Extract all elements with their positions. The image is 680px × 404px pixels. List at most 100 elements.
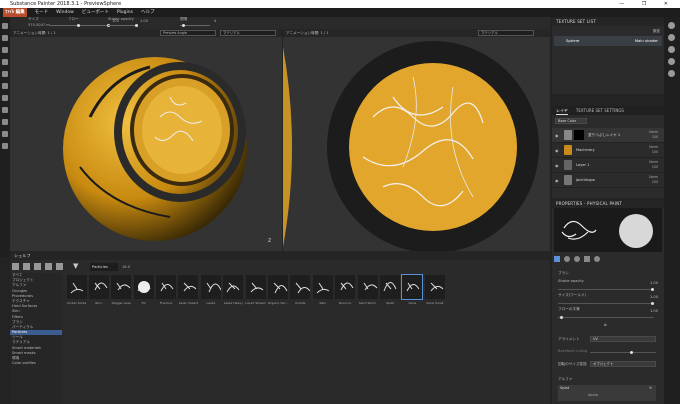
channel-dropdown[interactable]: Base Color [555,118,587,124]
shader-settings-icon[interactable] [668,58,675,65]
layer-opacity[interactable]: 100 [652,180,658,184]
backface-culling-slider[interactable] [590,350,656,354]
stencil-icon[interactable] [584,256,590,262]
brush-preset[interactable]: Fracture [156,275,177,309]
visibility-eye-icon[interactable]: ◉ [555,148,559,153]
settings-icon[interactable] [2,119,8,125]
brush-icon[interactable] [554,256,560,262]
brush-preset[interactable]: Liquid Stream [245,275,266,309]
eraser-icon[interactable] [2,35,8,41]
visibility-eye-icon[interactable]: ◉ [555,178,559,183]
stroke-opacity-slider[interactable] [108,23,138,27]
visibility-eye-icon[interactable]: ◉ [555,163,559,168]
display-settings-icon[interactable] [668,46,675,53]
geometry-fill-icon[interactable] [2,59,8,65]
alpha-slot[interactable]: Splat alpha ✕ [558,385,656,401]
smudge-icon[interactable] [2,71,8,77]
brush-preset[interactable]: Fill [133,275,154,309]
window-controls[interactable]: — ❐ ✕ [619,0,676,8]
size-prop-slider[interactable] [558,301,654,305]
layer-row[interactable]: ◉ Machinery Norm 100 [552,143,664,158]
layer-row[interactable]: ◉ Jacinthope Norm 100 [552,173,664,188]
spacing-slider[interactable] [180,23,210,27]
shelf-import-icon[interactable] [45,263,52,270]
menu-file[interactable]: ﾌｧｲﾙ 編集 [3,8,27,17]
brush-thumbnail [424,275,445,299]
layers-icon[interactable] [668,22,675,29]
export-icon[interactable] [2,131,8,137]
layer-row[interactable]: ◉ 塗りつぶしレイヤ 1 Norm 100 [552,128,664,143]
blend-mode[interactable]: Norm [649,145,658,149]
brush-preset[interactable]: Leaks Heavy [223,275,244,309]
tab-layers[interactable]: レイヤ [556,106,568,115]
texture-set-shader[interactable]: Main shader [635,36,658,46]
right-icon-strip [664,17,680,404]
layer-thumbnail [564,130,572,140]
size-space-dropdown[interactable]: オブジェクト [590,361,656,367]
material-dropdown-left[interactable]: マテリアル [220,30,276,36]
alpha-icon[interactable] [574,256,580,262]
blend-mode[interactable]: Norm [649,160,658,164]
alpha-section-label: アルファ [558,377,573,381]
brush-thumbnail [290,275,311,299]
shelf-category-item[interactable]: Color profiles [10,361,62,366]
brush-preset[interactable]: Rococco [335,275,356,309]
stroke-opacity-prop-slider[interactable] [558,287,654,291]
blend-mode[interactable]: Norm [649,130,658,134]
menu-plugins[interactable]: Plugins [117,8,133,17]
layer-opacity[interactable]: 100 [652,135,658,139]
size-slider[interactable] [50,23,80,27]
material-icon[interactable] [564,256,570,262]
tab-texture-set-settings[interactable]: TEXTURE SET SETTINGS [576,106,624,115]
brush-preset[interactable]: Leaks [200,275,221,309]
brush-preset[interactable]: Rain [312,275,333,309]
brush-preset[interactable]: Sand Storm [357,275,378,309]
viewport-2d[interactable]: アニメーション時間: 1 / 1 マテリアル [283,29,550,251]
material-dropdown-right[interactable]: マテリアル [478,30,534,36]
layer-opacity[interactable]: 100 [652,165,658,169]
layer-row[interactable]: ◉ Layer 1 Norm 100 [552,158,664,173]
texture-set-row[interactable]: Sphere Main shader [554,36,662,46]
brush-preset[interactable]: Veins Small [424,275,445,309]
blend-mode[interactable]: Norm [649,175,658,179]
shelf-folder-icon[interactable] [23,263,30,270]
brush-preset[interactable]: Splat [379,275,400,309]
brush-preset[interactable]: Burn [88,275,109,309]
brush-preset[interactable]: Organic Spr... [268,275,289,309]
history-icon[interactable] [668,70,675,77]
paint-brush-icon[interactable] [2,23,8,29]
brush-preset[interactable]: Laser Impact [178,275,199,309]
close-icon[interactable]: ✕ [649,386,652,390]
shelf-search-input[interactable]: Particles [90,263,118,271]
shelf-list-icon[interactable] [34,263,41,270]
preview-angle-dropdown[interactable]: Preview Angle [160,30,216,36]
visibility-eye-icon[interactable]: ◉ [555,133,559,138]
shelf-grid-icon[interactable] [12,263,19,270]
menu-window[interactable]: Window [56,8,74,17]
layer-opacity[interactable]: 100 [652,150,658,154]
alignment-dropdown[interactable]: UV [590,336,656,342]
brush-preset[interactable]: Veins [401,274,424,309]
filter-icon[interactable]: ▼ [73,263,80,270]
clone-stamp-icon[interactable] [2,83,8,89]
viewport-3d[interactable]: アニメーション時間: 1 / 1 Preview Angle マテリアル z [10,29,282,251]
projection-icon[interactable] [2,47,8,53]
bake-icon[interactable] [2,107,8,113]
brush-preset[interactable]: Amber Spots [66,275,87,309]
particle-icon[interactable] [594,256,600,262]
texture-set-icon[interactable] [668,34,675,41]
brush-preset[interactable]: Dagger Leap [111,275,132,309]
camera-icon[interactable] [2,143,8,149]
menu-mode[interactable]: モード [35,8,49,17]
shelf-add-icon[interactable] [56,263,63,270]
flow-prop-slider[interactable] [558,315,654,319]
menu-help[interactable]: ヘルプ [141,8,155,17]
flow-slider[interactable] [80,23,110,27]
brush-thumbnail [268,275,289,299]
menu-viewport[interactable]: ビューポート [82,8,109,17]
lock-icon[interactable]: ⧉ [604,323,607,327]
texture-set-name: Sphere [566,38,580,43]
picker-icon[interactable] [2,95,8,101]
texture-set-settings-button[interactable]: 設定 [653,29,660,34]
brush-preset[interactable]: Puddle [290,275,311,309]
